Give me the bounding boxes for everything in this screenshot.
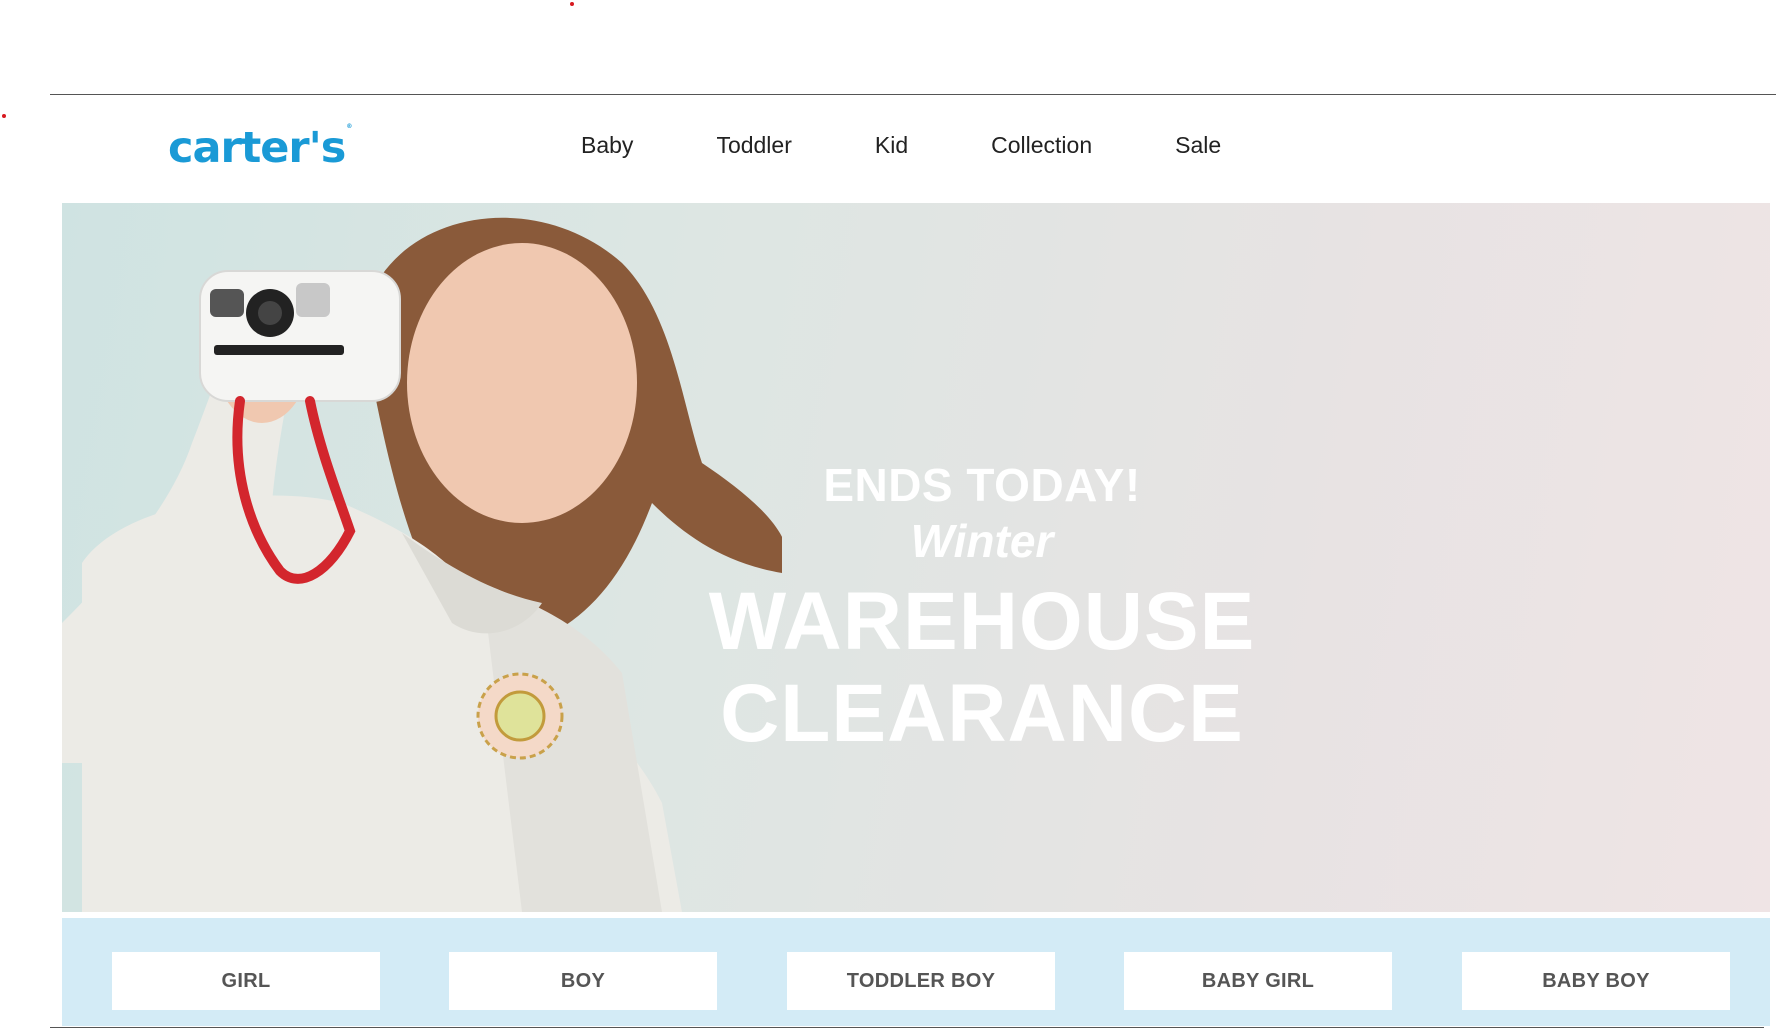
main-nav: Baby Toddler Kid Collection Sale [581,132,1304,159]
marker-dot [570,2,574,6]
category-bar: GIRL BOY TODDLER BOY BABY GIRL BABY BOY [62,918,1770,1026]
hero-banner[interactable]: ENDS TODAY! Winter WAREHOUSE CLEARANCE [62,203,1770,912]
page: carter's® Baby Toddler Kid Collection Sa… [0,0,1776,1028]
promo-text: ENDS TODAY! Winter WAREHOUSE CLEARANCE [62,458,1770,798]
category-boy-button[interactable]: BOY [449,952,717,1010]
nav-collection[interactable]: Collection [991,132,1092,159]
nav-kid[interactable]: Kid [875,132,908,159]
logo-text: carter's [168,123,346,173]
marker-dot [2,114,6,118]
category-girl-button[interactable]: GIRL [112,952,380,1010]
nav-baby[interactable]: Baby [581,132,633,159]
site-header: carter's® Baby Toddler Kid Collection Sa… [50,95,1776,203]
logo-trademark: ® [346,123,352,130]
category-toddler-boy-button[interactable]: TODDLER BOY [787,952,1055,1010]
nav-sale[interactable]: Sale [1175,132,1221,159]
promo-ends-today: ENDS TODAY! [823,459,1141,511]
carters-logo[interactable]: carter's® [168,123,352,173]
promo-clearance: CLEARANCE [720,668,1244,759]
category-baby-boy-button[interactable]: BABY BOY [1462,952,1730,1010]
nav-toddler[interactable]: Toddler [716,132,791,159]
promo-warehouse: WAREHOUSE [708,576,1256,667]
promo-winter: Winter [910,515,1054,567]
category-baby-girl-button[interactable]: BABY GIRL [1124,952,1392,1010]
